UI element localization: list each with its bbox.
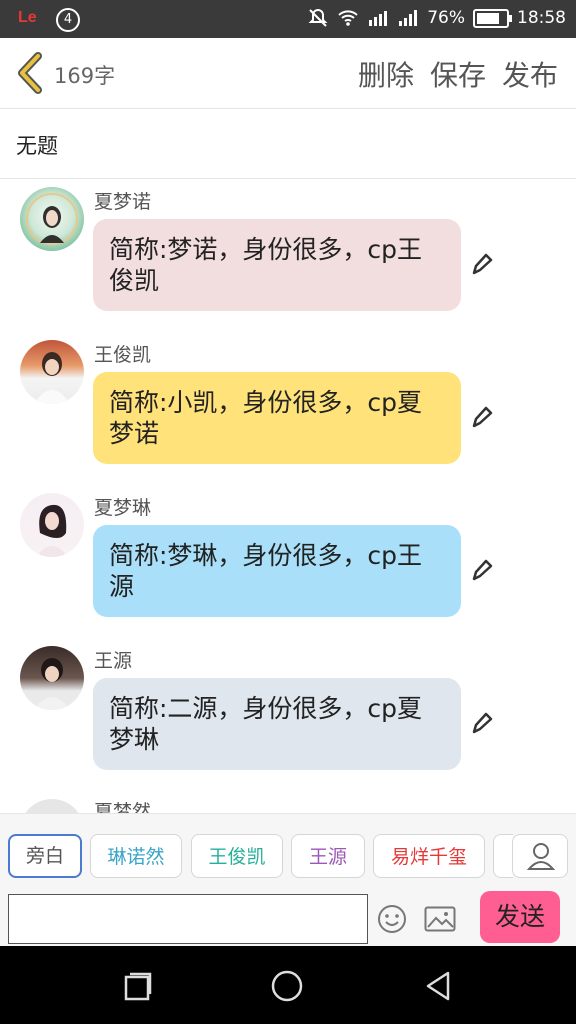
speaker-name: 夏梦琳 (94, 497, 152, 519)
pencil-icon[interactable] (468, 404, 494, 430)
home-icon[interactable] (269, 968, 305, 1004)
composer: 发送 (0, 884, 576, 946)
add-character-button[interactable] (512, 834, 568, 878)
signal-hd-icon (369, 11, 388, 26)
message-text: 简称:二源，身份很多，cp夏梦琳 (109, 694, 423, 754)
back-arrow-icon[interactable] (14, 52, 48, 94)
chip-label: 易烊千玺 (390, 846, 467, 868)
battery-percent: 76% (427, 8, 465, 28)
dialogue-list[interactable]: 夏梦诺 简称:梦诺，身份很多，cp王俊凯 王俊凯 简称:小凯，身份很多，cp夏梦… (0, 179, 576, 813)
person-icon (526, 843, 556, 870)
signal-icon (399, 10, 418, 26)
avatar[interactable] (20, 799, 84, 813)
chip-narration[interactable]: 旁白 (8, 834, 82, 878)
char-count: 169字 (54, 64, 116, 88)
back-triangle-icon[interactable] (420, 968, 456, 1004)
pencil-icon[interactable] (468, 710, 494, 736)
chip-more-partial[interactable] (493, 834, 513, 878)
message-bubble[interactable]: 简称:二源，身份很多，cp夏梦琳 (93, 678, 461, 770)
avatar[interactable] (20, 646, 84, 710)
header-actions: 删除 保存 发布 (358, 54, 558, 94)
avatar[interactable] (20, 187, 84, 251)
recents-icon[interactable] (120, 968, 156, 1004)
chip-character[interactable]: 易烊千玺 (373, 834, 485, 878)
title-field[interactable]: 无题 (0, 108, 576, 179)
chip-label: 王俊凯 (208, 846, 266, 868)
message-bubble[interactable]: 简称:小凯，身份很多，cp夏梦诺 (93, 372, 461, 464)
bell-muted-icon (308, 8, 328, 27)
editor-header: 169字 删除 保存 发布 (0, 38, 576, 109)
message-text: 简称:梦琳，身份很多，cp王源 (109, 541, 423, 601)
avatar[interactable] (20, 340, 84, 404)
speaker-name: 王俊凯 (94, 344, 152, 366)
save-button[interactable]: 保存 (430, 54, 486, 94)
pencil-icon[interactable] (468, 557, 494, 583)
message-bubble[interactable]: 简称:梦诺，身份很多，cp王俊凯 (93, 219, 461, 311)
chip-character[interactable]: 王源 (291, 834, 365, 878)
image-icon[interactable] (424, 906, 456, 932)
story-title: 无题 (16, 134, 58, 158)
chip-label: 旁白 (25, 845, 64, 867)
publish-button[interactable]: 发布 (502, 54, 558, 94)
avatar[interactable] (20, 493, 84, 557)
message-text: 简称:梦诺，身份很多，cp王俊凯 (109, 235, 423, 295)
send-button[interactable]: 发送 (480, 891, 560, 943)
chip-character[interactable]: 琳诺然 (90, 834, 182, 878)
chip-label: 琳诺然 (107, 846, 165, 868)
battery-icon (473, 8, 512, 28)
notification-count-badge: 4 (56, 8, 80, 32)
chip-label: 王源 (308, 846, 347, 868)
system-nav-bar (0, 946, 576, 1024)
delete-button[interactable]: 删除 (358, 54, 414, 94)
speaker-name: 夏梦然 (94, 801, 152, 813)
message-bubble[interactable]: 简称:梦琳，身份很多，cp王源 (93, 525, 461, 617)
chip-character[interactable]: 王俊凯 (191, 834, 283, 878)
message-text: 简称:小凯，身份很多，cp夏梦诺 (109, 388, 423, 448)
status-bar: Le 4 76% 18:58 (0, 0, 576, 38)
clock: 18:58 (517, 8, 566, 28)
emoji-icon[interactable] (377, 904, 407, 934)
wifi-icon (338, 10, 358, 26)
carrier-logo: Le (18, 9, 37, 26)
pencil-icon[interactable] (468, 251, 494, 277)
speaker-name: 王源 (94, 650, 133, 672)
message-input[interactable] (8, 894, 368, 944)
speaker-name: 夏梦诺 (94, 191, 152, 213)
